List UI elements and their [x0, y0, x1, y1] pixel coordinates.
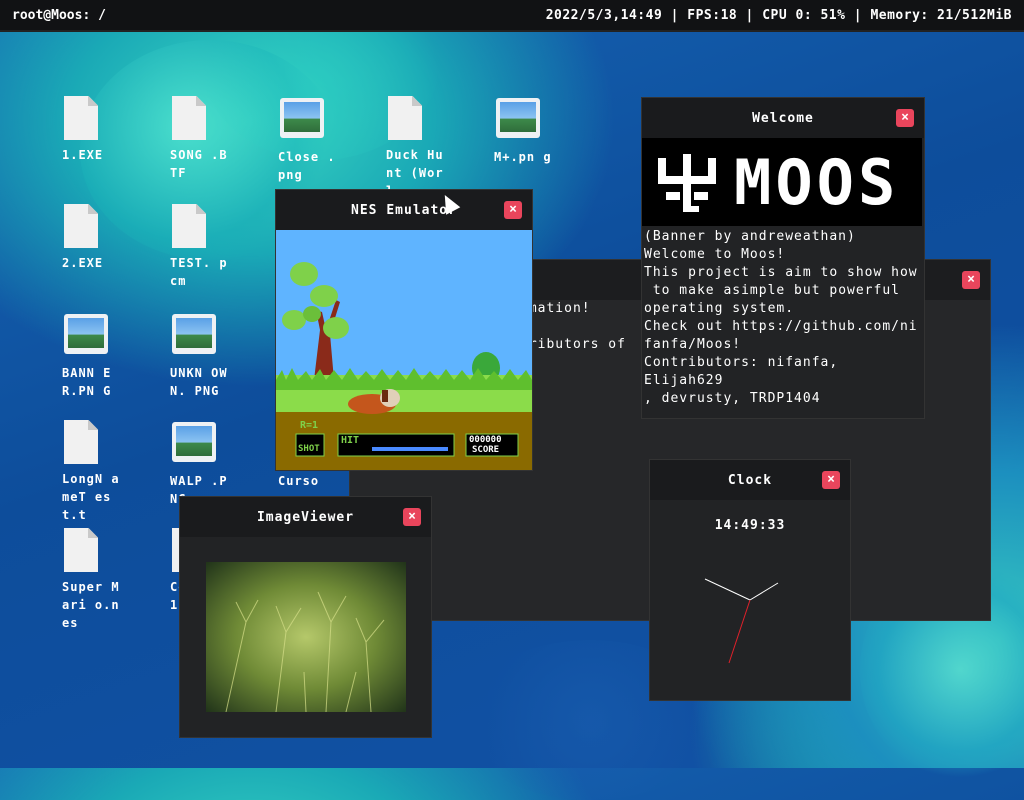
- image-icon: [280, 98, 324, 142]
- welcome-window-titlebar[interactable]: Welcome: [642, 98, 924, 138]
- welcome-text: (Banner by andreweathan) Welcome to Moos…: [644, 229, 918, 406]
- desktop-icon-unknown-png[interactable]: UNKN OWN. PNG: [170, 312, 234, 400]
- hour-hand: [704, 578, 751, 601]
- file-icon: [172, 204, 212, 248]
- shell-prompt: root@Moos: /: [12, 7, 106, 23]
- duck-hunt-scene: [276, 230, 532, 470]
- clock-window-titlebar[interactable]: Clock: [650, 460, 850, 500]
- top-status-bar: root@Moos: / 2022/5/3,14:49 | FPS:18 | C…: [0, 0, 1024, 32]
- hud-round: R=1: [300, 420, 319, 431]
- image-icon: [172, 422, 216, 466]
- close-button[interactable]: ×: [896, 109, 914, 127]
- system-status: 2022/5/3,14:49 | FPS:18 | CPU 0: 51% | M…: [545, 7, 1012, 23]
- hud-shot: SHOT: [298, 444, 320, 454]
- file-icon: [172, 96, 212, 140]
- pine-branches-image: [206, 562, 406, 712]
- info-window-text: rmation! tributors of !: [520, 301, 626, 370]
- icon-label: Super Mari o.nes: [62, 580, 120, 630]
- image-icon: [64, 314, 108, 358]
- file-icon: [64, 420, 104, 464]
- desktop-icon-walp-png[interactable]: WALP .PNG: [170, 420, 234, 508]
- banner-word: MOOS: [734, 146, 900, 219]
- image-icon: [172, 314, 216, 358]
- analog-clock-face: [704, 578, 779, 664]
- file-icon: [64, 204, 104, 248]
- close-icon: ×: [967, 272, 975, 287]
- second-hand: [728, 599, 751, 664]
- desktop-icon-mplus-png[interactable]: M+.pn g: [494, 96, 558, 166]
- icon-label: 2.EXE: [62, 256, 104, 270]
- nes-window-titlebar[interactable]: NES Emulator: [276, 190, 532, 230]
- close-button[interactable]: ×: [822, 471, 840, 489]
- close-button[interactable]: ×: [962, 271, 980, 289]
- icon-label: 1.EXE: [62, 148, 104, 162]
- clock-window[interactable]: Clock × 14:49:33: [650, 460, 850, 700]
- close-icon: ×: [509, 202, 517, 217]
- icon-label: TEST. pcm: [170, 256, 228, 288]
- icon-label: Close .png: [278, 150, 336, 182]
- icon-label: LongN ameT est.t: [62, 472, 120, 522]
- welcome-window[interactable]: Welcome × MOOS (Banner by andreweathan) …: [642, 98, 924, 418]
- window-title: ImageViewer: [256, 509, 355, 525]
- clock-digital-time: 14:49:33: [714, 518, 786, 533]
- desktop-icon-2-exe[interactable]: 2.EXE: [62, 204, 126, 272]
- close-button[interactable]: ×: [504, 201, 522, 219]
- moos-logo-icon: [652, 148, 722, 218]
- image-viewer-window[interactable]: ImageViewer ×: [180, 497, 431, 737]
- icon-label: SONG .BTF: [170, 148, 228, 180]
- image-icon: [496, 98, 540, 142]
- nes-game-screen[interactable]: R=1 SHOT HIT 000000 SCORE: [276, 230, 532, 470]
- window-title: Clock: [727, 472, 773, 488]
- icon-label: M+.pn g: [494, 150, 552, 164]
- icon-label: UNKN OWN. PNG: [170, 366, 228, 398]
- desktop-icon-longname[interactable]: LongN ameT est.t: [62, 420, 126, 524]
- minute-hand: [749, 582, 779, 601]
- desktop-icon-close-png[interactable]: Close .png: [278, 96, 342, 184]
- nes-emulator-window[interactable]: NES Emulator × R=1 SHOT HIT 000000 SCORE: [276, 190, 532, 470]
- file-icon: [64, 96, 104, 140]
- desktop-icon-duck-hunt[interactable]: Duck Hunt (Worl: [386, 96, 450, 200]
- window-title: Welcome: [752, 110, 814, 126]
- desktop-icon-test-pcm[interactable]: TEST. pcm: [170, 204, 234, 290]
- moos-banner: MOOS: [642, 138, 922, 226]
- image-viewer-titlebar[interactable]: ImageViewer: [180, 497, 431, 537]
- close-button[interactable]: ×: [403, 508, 421, 526]
- desktop-icon-super-mario[interactable]: Super Mari o.nes: [62, 528, 126, 632]
- hud-score-value: 000000: [469, 435, 502, 445]
- close-icon: ×: [901, 110, 909, 125]
- desktop-icon-1-exe[interactable]: 1.EXE: [62, 96, 126, 164]
- file-icon: [64, 528, 104, 572]
- hud-score: SCORE: [472, 445, 500, 455]
- desktop-icon-song[interactable]: SONG .BTF: [170, 96, 234, 182]
- icon-label: BANN ER.PN G: [62, 366, 112, 398]
- file-icon: [388, 96, 428, 140]
- desktop-icon-banner-png[interactable]: BANN ER.PN G: [62, 312, 126, 400]
- hud-hit: HIT: [341, 435, 360, 446]
- close-icon: ×: [827, 472, 835, 487]
- close-icon: ×: [408, 509, 416, 524]
